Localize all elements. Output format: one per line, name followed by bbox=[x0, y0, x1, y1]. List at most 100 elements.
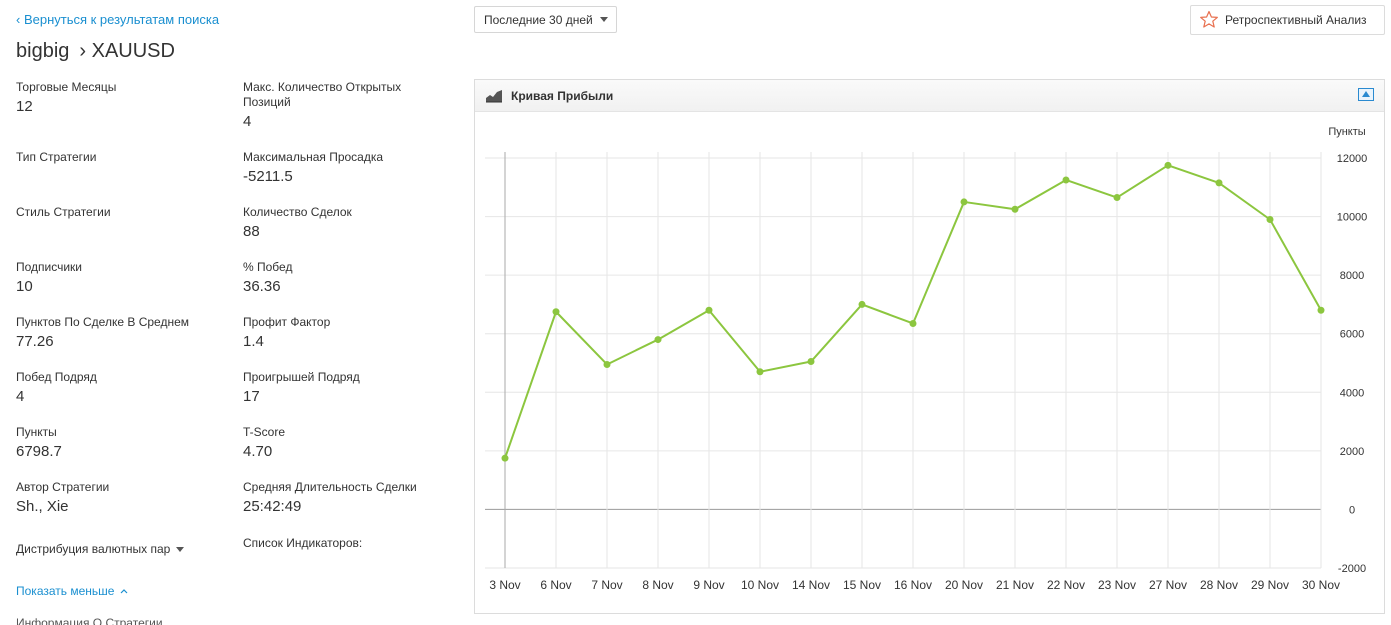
star-icon bbox=[1200, 10, 1218, 28]
retrospective-analysis-label: Ретроспективный Анализ bbox=[1225, 13, 1367, 27]
stat-strategy-type: Тип Стратегии bbox=[16, 150, 216, 168]
profit-curve-panel: Кривая Прибыли 12000 10000 8000 6000 4000 200… bbox=[474, 79, 1385, 614]
data-point bbox=[858, 300, 866, 308]
data-point bbox=[1164, 161, 1172, 169]
stat-label: Максимальная Просадка bbox=[243, 150, 384, 164]
x-tick-label: 14 Nov bbox=[792, 578, 830, 592]
stat-label: Автор Стратегии bbox=[16, 480, 110, 494]
x-tick-label: 30 Nov bbox=[1302, 578, 1340, 592]
stat-author: Автор Стратегии Sh., Xie bbox=[16, 480, 216, 516]
chevron-down-icon bbox=[176, 546, 185, 552]
data-point bbox=[756, 368, 764, 376]
stat-label: Торговые Месяцы bbox=[16, 80, 117, 94]
back-to-search-link[interactable]: ‹ Вернуться к результатам поиска bbox=[16, 12, 219, 27]
stat-value: 4 bbox=[243, 113, 252, 130]
stat-value: 77.26 bbox=[16, 333, 54, 350]
y-axis-label: Пункты bbox=[1328, 126, 1365, 138]
stat-label: Проигрышей Подряд bbox=[243, 370, 360, 384]
period-select-value: Последние 30 дней bbox=[484, 12, 593, 27]
stat-label: Стиль Стратегии bbox=[16, 205, 111, 219]
stat-label: Количество Сделок bbox=[243, 205, 352, 219]
data-point bbox=[654, 336, 662, 344]
stat-label: Средняя Длительность Сделки bbox=[243, 480, 417, 494]
retrospective-analysis-button[interactable]: Ретроспективный Анализ bbox=[1190, 5, 1385, 35]
data-point bbox=[807, 358, 815, 366]
stat-label: Побед Подряд bbox=[16, 370, 97, 384]
stat-strategy-style: Стиль Стратегии bbox=[16, 205, 216, 223]
currency-distribution-toggle[interactable]: Дистрибуция валютных пар bbox=[16, 542, 185, 556]
y-tick-label: 8000 bbox=[1340, 270, 1364, 282]
stat-label: Пункты bbox=[16, 425, 57, 439]
stat-label: Подписчики bbox=[16, 260, 83, 274]
stat-trading-months: Торговые Месяцы 12 bbox=[16, 80, 216, 116]
x-tick-label: 8 Nov bbox=[642, 578, 673, 592]
stat-label: % Побед bbox=[243, 260, 293, 274]
indicators-list: Список Индикаторов: bbox=[243, 536, 443, 551]
chevron-down-icon bbox=[600, 17, 608, 22]
x-tick-label: 28 Nov bbox=[1200, 578, 1238, 592]
stat-label: Макс. Количество Открытых Позиций bbox=[243, 80, 402, 109]
stat-avg-trade-duration: Средняя Длительность Сделки 25:42:49 bbox=[243, 480, 443, 516]
x-tick-label: 10 Nov bbox=[741, 578, 779, 592]
stat-value: 25:42:49 bbox=[243, 498, 302, 515]
stat-value: Sh., Xie bbox=[16, 498, 69, 515]
stat-avg-points-per-trade: Пунктов По Сделке В Среднем 77.26 bbox=[16, 315, 216, 351]
x-tick-label: 6 Nov bbox=[540, 578, 571, 592]
data-point bbox=[1215, 179, 1223, 187]
show-less-label: Показать меньше bbox=[16, 584, 115, 598]
x-tick-label: 21 Nov bbox=[996, 578, 1034, 592]
stat-t-score: T-Score 4.70 bbox=[243, 425, 443, 461]
data-point bbox=[705, 306, 713, 314]
data-point bbox=[909, 319, 917, 327]
data-point bbox=[501, 454, 509, 462]
x-tick-label: 7 Nov bbox=[591, 578, 622, 592]
y-tick-label: 12000 bbox=[1337, 153, 1368, 165]
y-tick-label: 0 bbox=[1349, 504, 1355, 516]
stat-win-streak: Побед Подряд 4 bbox=[16, 370, 216, 406]
area-chart-icon bbox=[486, 89, 502, 102]
stat-value: 10 bbox=[16, 278, 33, 295]
stat-value: 17 bbox=[243, 388, 260, 405]
panel-title: Кривая Прибыли bbox=[511, 88, 614, 103]
stat-loss-streak: Проигрышей Подряд 17 bbox=[243, 370, 443, 406]
x-tick-label: 3 Nov bbox=[489, 578, 520, 592]
data-point bbox=[603, 360, 611, 368]
x-tick-label: 22 Nov bbox=[1047, 578, 1085, 592]
stat-value: 4 bbox=[16, 388, 25, 405]
stat-value: 6798.7 bbox=[16, 443, 62, 460]
y-tick-label: 2000 bbox=[1340, 446, 1364, 458]
panel-header: Кривая Прибыли bbox=[475, 80, 1384, 112]
x-tick-label: 9 Nov bbox=[693, 578, 724, 592]
stat-win-percent: % Побед 36.36 bbox=[243, 260, 443, 296]
stat-value: 12 bbox=[16, 98, 33, 115]
stat-max-drawdown: Максимальная Просадка -5211.5 bbox=[243, 150, 443, 186]
y-tick-label: 10000 bbox=[1337, 212, 1368, 224]
stat-value: 1.4 bbox=[243, 333, 264, 350]
show-less-link[interactable]: Показать меньше bbox=[16, 584, 128, 598]
stat-label: Тип Стратегии bbox=[16, 150, 97, 164]
stat-points: Пункты 6798.7 bbox=[16, 425, 216, 461]
stat-label: Профит Фактор bbox=[243, 315, 331, 329]
data-point bbox=[552, 308, 560, 316]
stat-label: Пунктов По Сделке В Среднем bbox=[16, 315, 189, 329]
stat-trade-count: Количество Сделок 88 bbox=[243, 205, 443, 241]
data-point bbox=[1011, 205, 1019, 213]
stat-max-open-positions: Макс. Количество Открытых Позиций 4 bbox=[243, 80, 433, 131]
data-point bbox=[1317, 306, 1325, 314]
stat-subscribers: Подписчики 10 bbox=[16, 260, 216, 296]
x-tick-label: 23 Nov bbox=[1098, 578, 1136, 592]
stat-value: 36.36 bbox=[243, 278, 281, 295]
data-point bbox=[1062, 176, 1070, 184]
period-select[interactable]: Последние 30 дней bbox=[474, 6, 617, 33]
x-tick-label: 29 Nov bbox=[1251, 578, 1289, 592]
collapse-icon[interactable] bbox=[1358, 88, 1374, 101]
data-point bbox=[960, 198, 968, 206]
indicators-label: Список Индикаторов: bbox=[243, 536, 363, 550]
stat-value: 88 bbox=[243, 223, 260, 240]
x-tick-label: 16 Nov bbox=[894, 578, 932, 592]
x-tick-label: 20 Nov bbox=[945, 578, 983, 592]
strategy-name: bigbig bbox=[16, 40, 70, 62]
x-tick-label: 27 Nov bbox=[1149, 578, 1187, 592]
stat-label: T-Score bbox=[243, 425, 286, 439]
stat-value: 4.70 bbox=[243, 443, 273, 460]
